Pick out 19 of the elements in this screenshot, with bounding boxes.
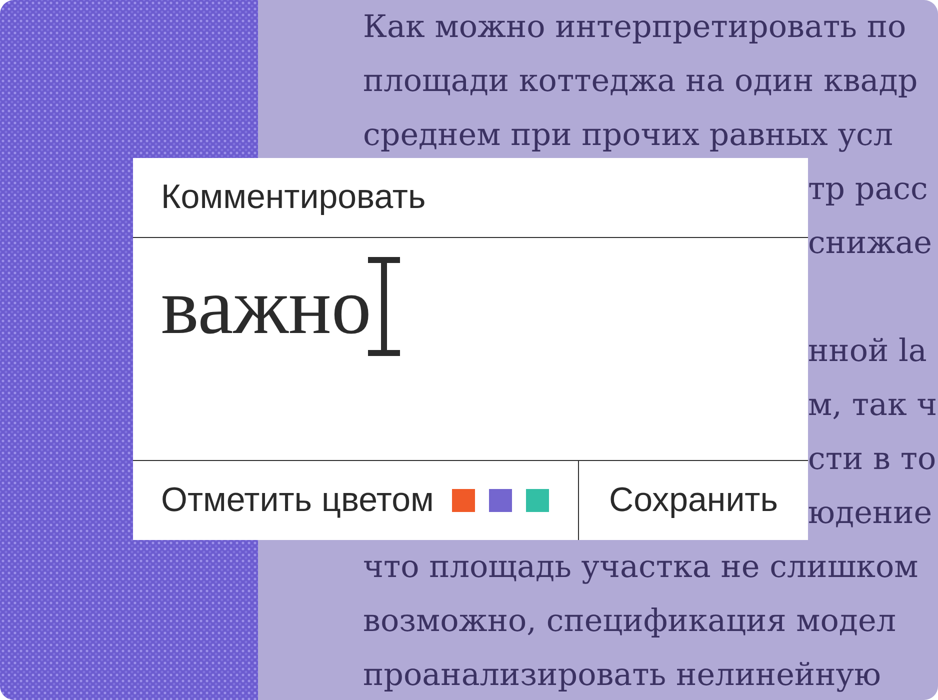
paragraph-line: что площадь участка не слишком xyxy=(363,548,918,587)
text-cursor-icon xyxy=(368,257,400,356)
paragraph-line: тр расс xyxy=(808,170,928,209)
paragraph-line: м, так ч xyxy=(808,386,938,425)
color-label: Отметить цветом xyxy=(161,481,434,520)
paragraph-line: Как можно интерпретировать по xyxy=(363,8,906,47)
paragraph-line: юдение xyxy=(808,494,932,533)
paragraph-line: проанализировать нелинейную xyxy=(363,656,881,695)
swatch-icon[interactable] xyxy=(452,489,475,512)
swatch-icon[interactable] xyxy=(488,489,512,512)
paragraph-line: снижае xyxy=(808,224,932,263)
paragraph-line: среднем при прочих равных усл xyxy=(363,116,894,155)
paragraph-line: нной la xyxy=(808,332,927,371)
swatch-icon[interactable] xyxy=(526,489,549,512)
comment-field[interactable]: важно xyxy=(133,238,808,460)
paragraph-line: сти в то xyxy=(808,440,936,479)
paragraph-line: площади коттеджа на один квадр xyxy=(363,62,918,101)
paragraph-line: возможно, спецификация модел xyxy=(363,602,896,641)
comment-title: Комментировать xyxy=(161,178,426,217)
